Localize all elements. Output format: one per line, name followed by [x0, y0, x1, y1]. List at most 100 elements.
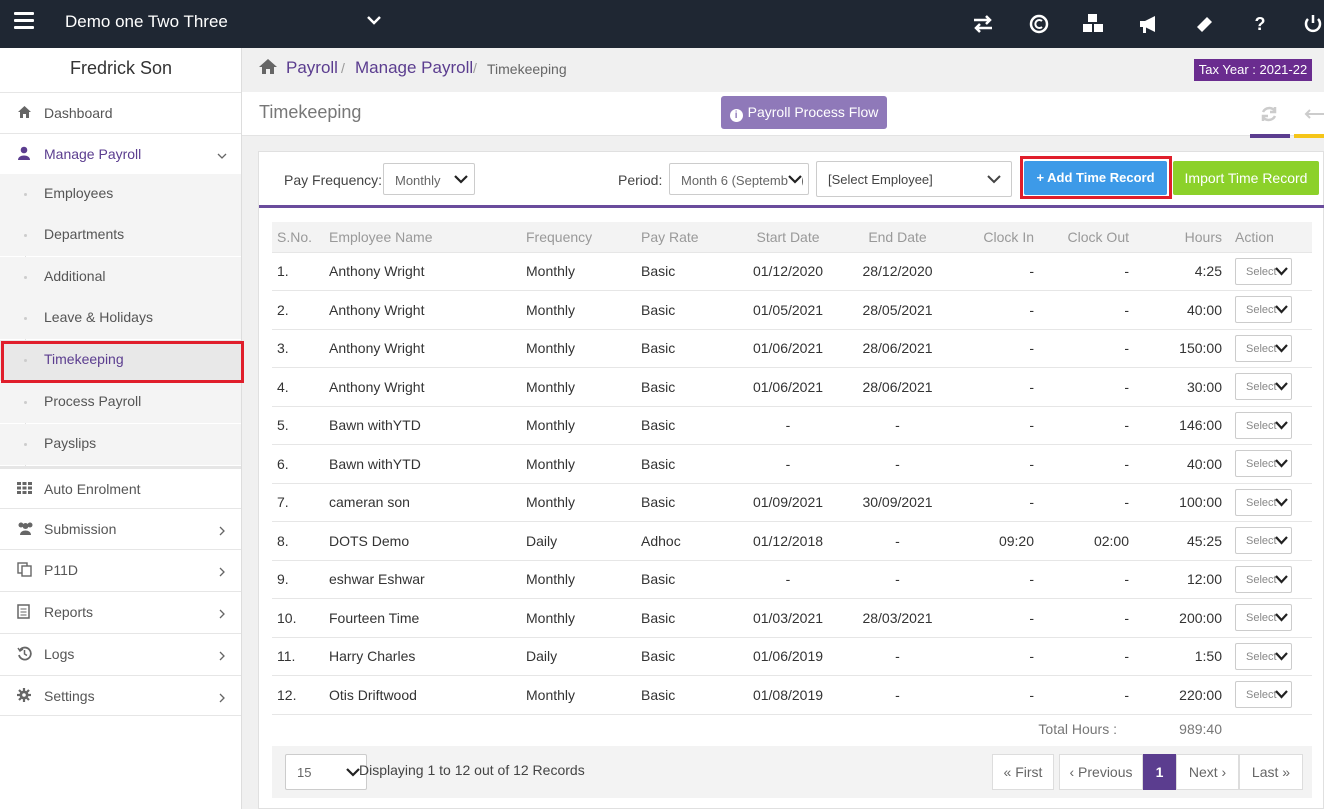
col-frequency[interactable]: Frequency	[521, 222, 636, 252]
cell-sno: 8.	[272, 521, 324, 560]
col-clock-out[interactable]: Clock Out	[1042, 222, 1137, 252]
currency-icon[interactable]	[1026, 11, 1052, 37]
pager-previous[interactable]: ‹ Previous	[1059, 754, 1143, 790]
highlight-timekeeping	[1, 341, 244, 383]
chevron-down-icon	[788, 173, 802, 188]
action-select[interactable]: Select	[1235, 642, 1292, 670]
power-icon[interactable]	[1300, 11, 1324, 37]
switch-icon[interactable]	[970, 11, 996, 37]
pager-first[interactable]: « First	[992, 754, 1054, 790]
company-name[interactable]: Demo one Two Three	[65, 12, 228, 32]
action-select-value: Select	[1246, 612, 1277, 625]
arrows-icon[interactable]	[1304, 104, 1324, 129]
cell-start-date: -	[733, 405, 838, 445]
action-select[interactable]: Select	[1235, 565, 1292, 593]
sidebar-subitem-employees[interactable]: Employees	[0, 174, 241, 215]
cell-hours: 40:00	[1137, 444, 1230, 483]
cubes-icon[interactable]	[1080, 11, 1106, 37]
home-icon[interactable]	[258, 58, 278, 80]
cell-pay-rate: Basic	[636, 598, 733, 637]
help-icon[interactable]: ?	[1247, 11, 1273, 37]
select-value: Monthly	[395, 173, 441, 188]
sidebar-item-reports[interactable]: Reports	[0, 591, 241, 632]
cell-action: Select	[1230, 675, 1312, 714]
col-employee-name[interactable]: Employee Name	[324, 222, 521, 252]
col-start-date[interactable]: Start Date	[733, 222, 838, 252]
sidebar-item-logs[interactable]: Logs	[0, 633, 241, 674]
chevron-down-icon	[1275, 611, 1288, 626]
cell-end-date: -	[838, 405, 952, 445]
action-select[interactable]: Select	[1235, 373, 1292, 401]
cell-end-date: 28/05/2021	[838, 290, 952, 329]
total-hours-value: 989:40	[1137, 713, 1230, 744]
sidebar-item-settings[interactable]: Settings	[0, 675, 241, 716]
page-size-select[interactable]: 15	[285, 754, 367, 790]
action-select[interactable]: Select	[1235, 411, 1292, 439]
sidebar-subitem-leave-holidays[interactable]: Leave & Holidays	[0, 298, 241, 339]
subitem-label: Employees	[44, 185, 114, 201]
import-time-record-button[interactable]: Import Time Record	[1173, 161, 1319, 195]
payroll-process-flow-button[interactable]: i Payroll Process Flow	[721, 96, 887, 129]
action-select[interactable]: Select	[1235, 296, 1292, 324]
col-pay-rate[interactable]: Pay Rate	[636, 222, 733, 252]
chevron-down-icon[interactable]	[366, 12, 382, 33]
cell-pay-rate: Basic	[636, 367, 733, 406]
cell-pay-rate: Basic	[636, 290, 733, 329]
breadcrumb-payroll[interactable]: Payroll	[286, 58, 338, 78]
col-hours[interactable]: Hours	[1137, 222, 1230, 252]
employee-select[interactable]: [Select Employee]	[816, 161, 1012, 197]
cell-clock-out: 02:00	[1042, 521, 1137, 560]
action-select[interactable]: Select	[1235, 450, 1292, 478]
action-select[interactable]: Select	[1235, 257, 1292, 285]
menu-icon[interactable]	[14, 12, 34, 34]
ticket-icon[interactable]	[1191, 11, 1217, 37]
sidebar-item-dashboard[interactable]: Dashboard	[0, 92, 241, 133]
cell-start-date: 01/08/2019	[733, 675, 838, 714]
action-select[interactable]: Select	[1235, 334, 1292, 362]
action-select[interactable]: Select	[1235, 604, 1292, 632]
sidebar-item-p11d[interactable]: P11D	[0, 549, 241, 590]
page-header: Timekeeping i Payroll Process Flow	[242, 92, 1324, 138]
sidebar-item-submission[interactable]: Submission	[0, 508, 241, 549]
sidebar-subitem-departments[interactable]: Departments	[0, 215, 241, 256]
action-select-value: Select	[1246, 650, 1277, 663]
cell-clock-in: -	[952, 251, 1042, 291]
action-select[interactable]: Select	[1235, 488, 1292, 516]
cell-frequency: Monthly	[521, 328, 636, 368]
chevron-down-icon	[1275, 265, 1288, 280]
sidebar-subitem-payslips[interactable]: Payslips	[0, 424, 241, 465]
period-select[interactable]: Month 6 (September)	[669, 163, 809, 195]
table-footer: 15 Displaying 1 to 12 out of 12 Records …	[272, 746, 1312, 798]
cell-employee-name: Fourteen Time	[324, 598, 521, 637]
cell-frequency: Monthly	[521, 290, 636, 329]
cell-hours: 200:00	[1137, 598, 1230, 637]
table-row: 8. DOTS Demo Daily Adhoc 01/12/2018-09:20 02:…	[272, 521, 1312, 560]
pager-page-1[interactable]: 1	[1143, 754, 1176, 790]
pay-frequency-select[interactable]: Monthly	[383, 163, 475, 195]
pager-next[interactable]: Next ›	[1176, 754, 1239, 790]
chevron-right-icon	[217, 690, 227, 706]
col-clock-in[interactable]: Clock In	[952, 222, 1042, 252]
total-row: Total Hours : 989:40	[272, 713, 1312, 744]
sidebar-subitem-additional[interactable]: Additional	[0, 257, 241, 298]
cell-frequency: Monthly	[521, 367, 636, 406]
pager-last[interactable]: Last »	[1239, 754, 1303, 790]
col-end-date[interactable]: End Date	[838, 222, 952, 252]
col-sno[interactable]: S.No.	[272, 222, 324, 252]
sidebar-item-manage-payroll[interactable]: Manage Payroll	[0, 133, 241, 174]
cell-hours: 100:00	[1137, 482, 1230, 522]
action-select[interactable]: Select	[1235, 527, 1292, 555]
sidebar-item-label: Auto Enrolment	[44, 481, 141, 497]
action-select[interactable]: Select	[1235, 681, 1292, 709]
cell-employee-name: Harry Charles	[324, 636, 521, 676]
sidebar-item-auto-enrolment[interactable]: Auto Enrolment	[0, 466, 241, 507]
cell-end-date: -	[838, 675, 952, 714]
megaphone-icon[interactable]	[1136, 11, 1162, 37]
refresh-icon[interactable]	[1259, 104, 1279, 129]
cell-pay-rate: Basic	[636, 559, 733, 599]
sidebar-item-label: Dashboard	[44, 105, 113, 121]
cell-action: Select	[1230, 405, 1312, 445]
sidebar-subitem-process-payroll[interactable]: Process Payroll	[0, 382, 241, 423]
breadcrumb-manage-payroll[interactable]: Manage Payroll	[355, 58, 473, 78]
info-icon: i	[729, 109, 743, 122]
